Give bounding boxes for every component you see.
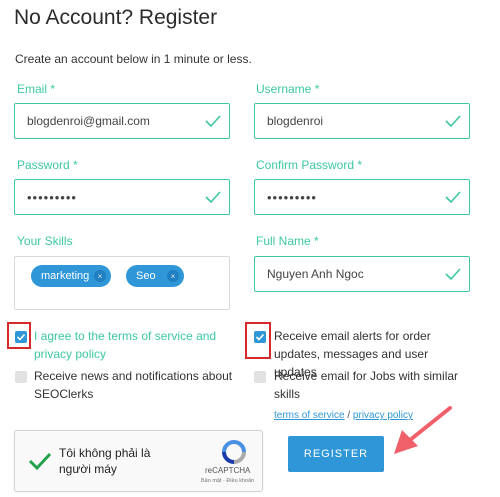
confirm-password-field[interactable]: ••••••••• (254, 179, 470, 215)
skill-tag-seo: Seo × (126, 265, 184, 287)
check-icon (205, 191, 221, 203)
skills-label: Your Skills (17, 234, 73, 248)
recaptcha-widget: Tôi không phải là người máy reCAPTCHA Bả… (14, 430, 263, 492)
jobs-checkbox[interactable] (254, 371, 266, 383)
page-title: No Account? Register (14, 6, 218, 29)
username-value: blogdenroi (267, 114, 324, 128)
recaptcha-terms[interactable]: Bảo mật - Điều khoản (201, 478, 254, 484)
arrow-icon (394, 406, 452, 454)
password-field[interactable]: ••••••••• (14, 179, 230, 215)
full-name-field[interactable]: Nguyen Anh Ngoc (254, 256, 470, 292)
checkbox-check-icon (16, 333, 26, 341)
alerts-checkbox[interactable] (254, 331, 266, 343)
terms-checkbox-label[interactable]: I agree to the terms of service and priv… (34, 327, 234, 363)
password-label: Password * (17, 158, 78, 172)
full-name-value: Nguyen Anh Ngoc (267, 267, 364, 281)
jobs-checkbox-label[interactable]: Receive email for Jobs with similar skil… (274, 367, 474, 403)
links-separator: / (347, 410, 351, 421)
remove-tag-icon[interactable]: × (94, 270, 106, 282)
register-button[interactable]: REGISTER (288, 436, 384, 472)
email-value: blogdenroi@gmail.com (27, 114, 150, 128)
checkbox-check-icon (255, 333, 265, 341)
password-value: ••••••••• (27, 189, 77, 205)
skills-input[interactable]: marketing × Seo × (14, 256, 230, 310)
page-subtitle: Create an account below in 1 minute or l… (15, 52, 252, 66)
check-icon (445, 191, 461, 203)
recaptcha-logo-icon (222, 440, 246, 464)
username-field[interactable]: blogdenroi (254, 103, 470, 139)
username-label: Username * (256, 82, 320, 96)
news-checkbox[interactable] (15, 371, 27, 383)
check-icon (205, 115, 221, 127)
full-name-label: Full Name * (256, 234, 319, 248)
recaptcha-label: Tôi không phải là người máy (59, 446, 151, 476)
skill-tag-marketing: marketing × (31, 265, 111, 287)
skill-tag-label: Seo (136, 270, 156, 282)
terms-checkbox[interactable] (15, 331, 27, 343)
email-field[interactable]: blogdenroi@gmail.com (14, 103, 230, 139)
email-label: Email * (17, 82, 56, 96)
confirm-password-value: ••••••••• (267, 189, 317, 205)
terms-of-service-link[interactable]: terms of service (274, 410, 345, 421)
check-icon (445, 115, 461, 127)
skill-tag-label: marketing (41, 270, 90, 282)
recaptcha-brand: reCAPTCHA (205, 466, 251, 475)
recaptcha-check-icon[interactable] (28, 451, 52, 471)
check-icon (445, 268, 461, 280)
confirm-password-label: Confirm Password * (256, 158, 363, 172)
remove-tag-icon[interactable]: × (167, 270, 179, 282)
news-checkbox-label[interactable]: Receive news and notifications about SEO… (34, 367, 234, 403)
